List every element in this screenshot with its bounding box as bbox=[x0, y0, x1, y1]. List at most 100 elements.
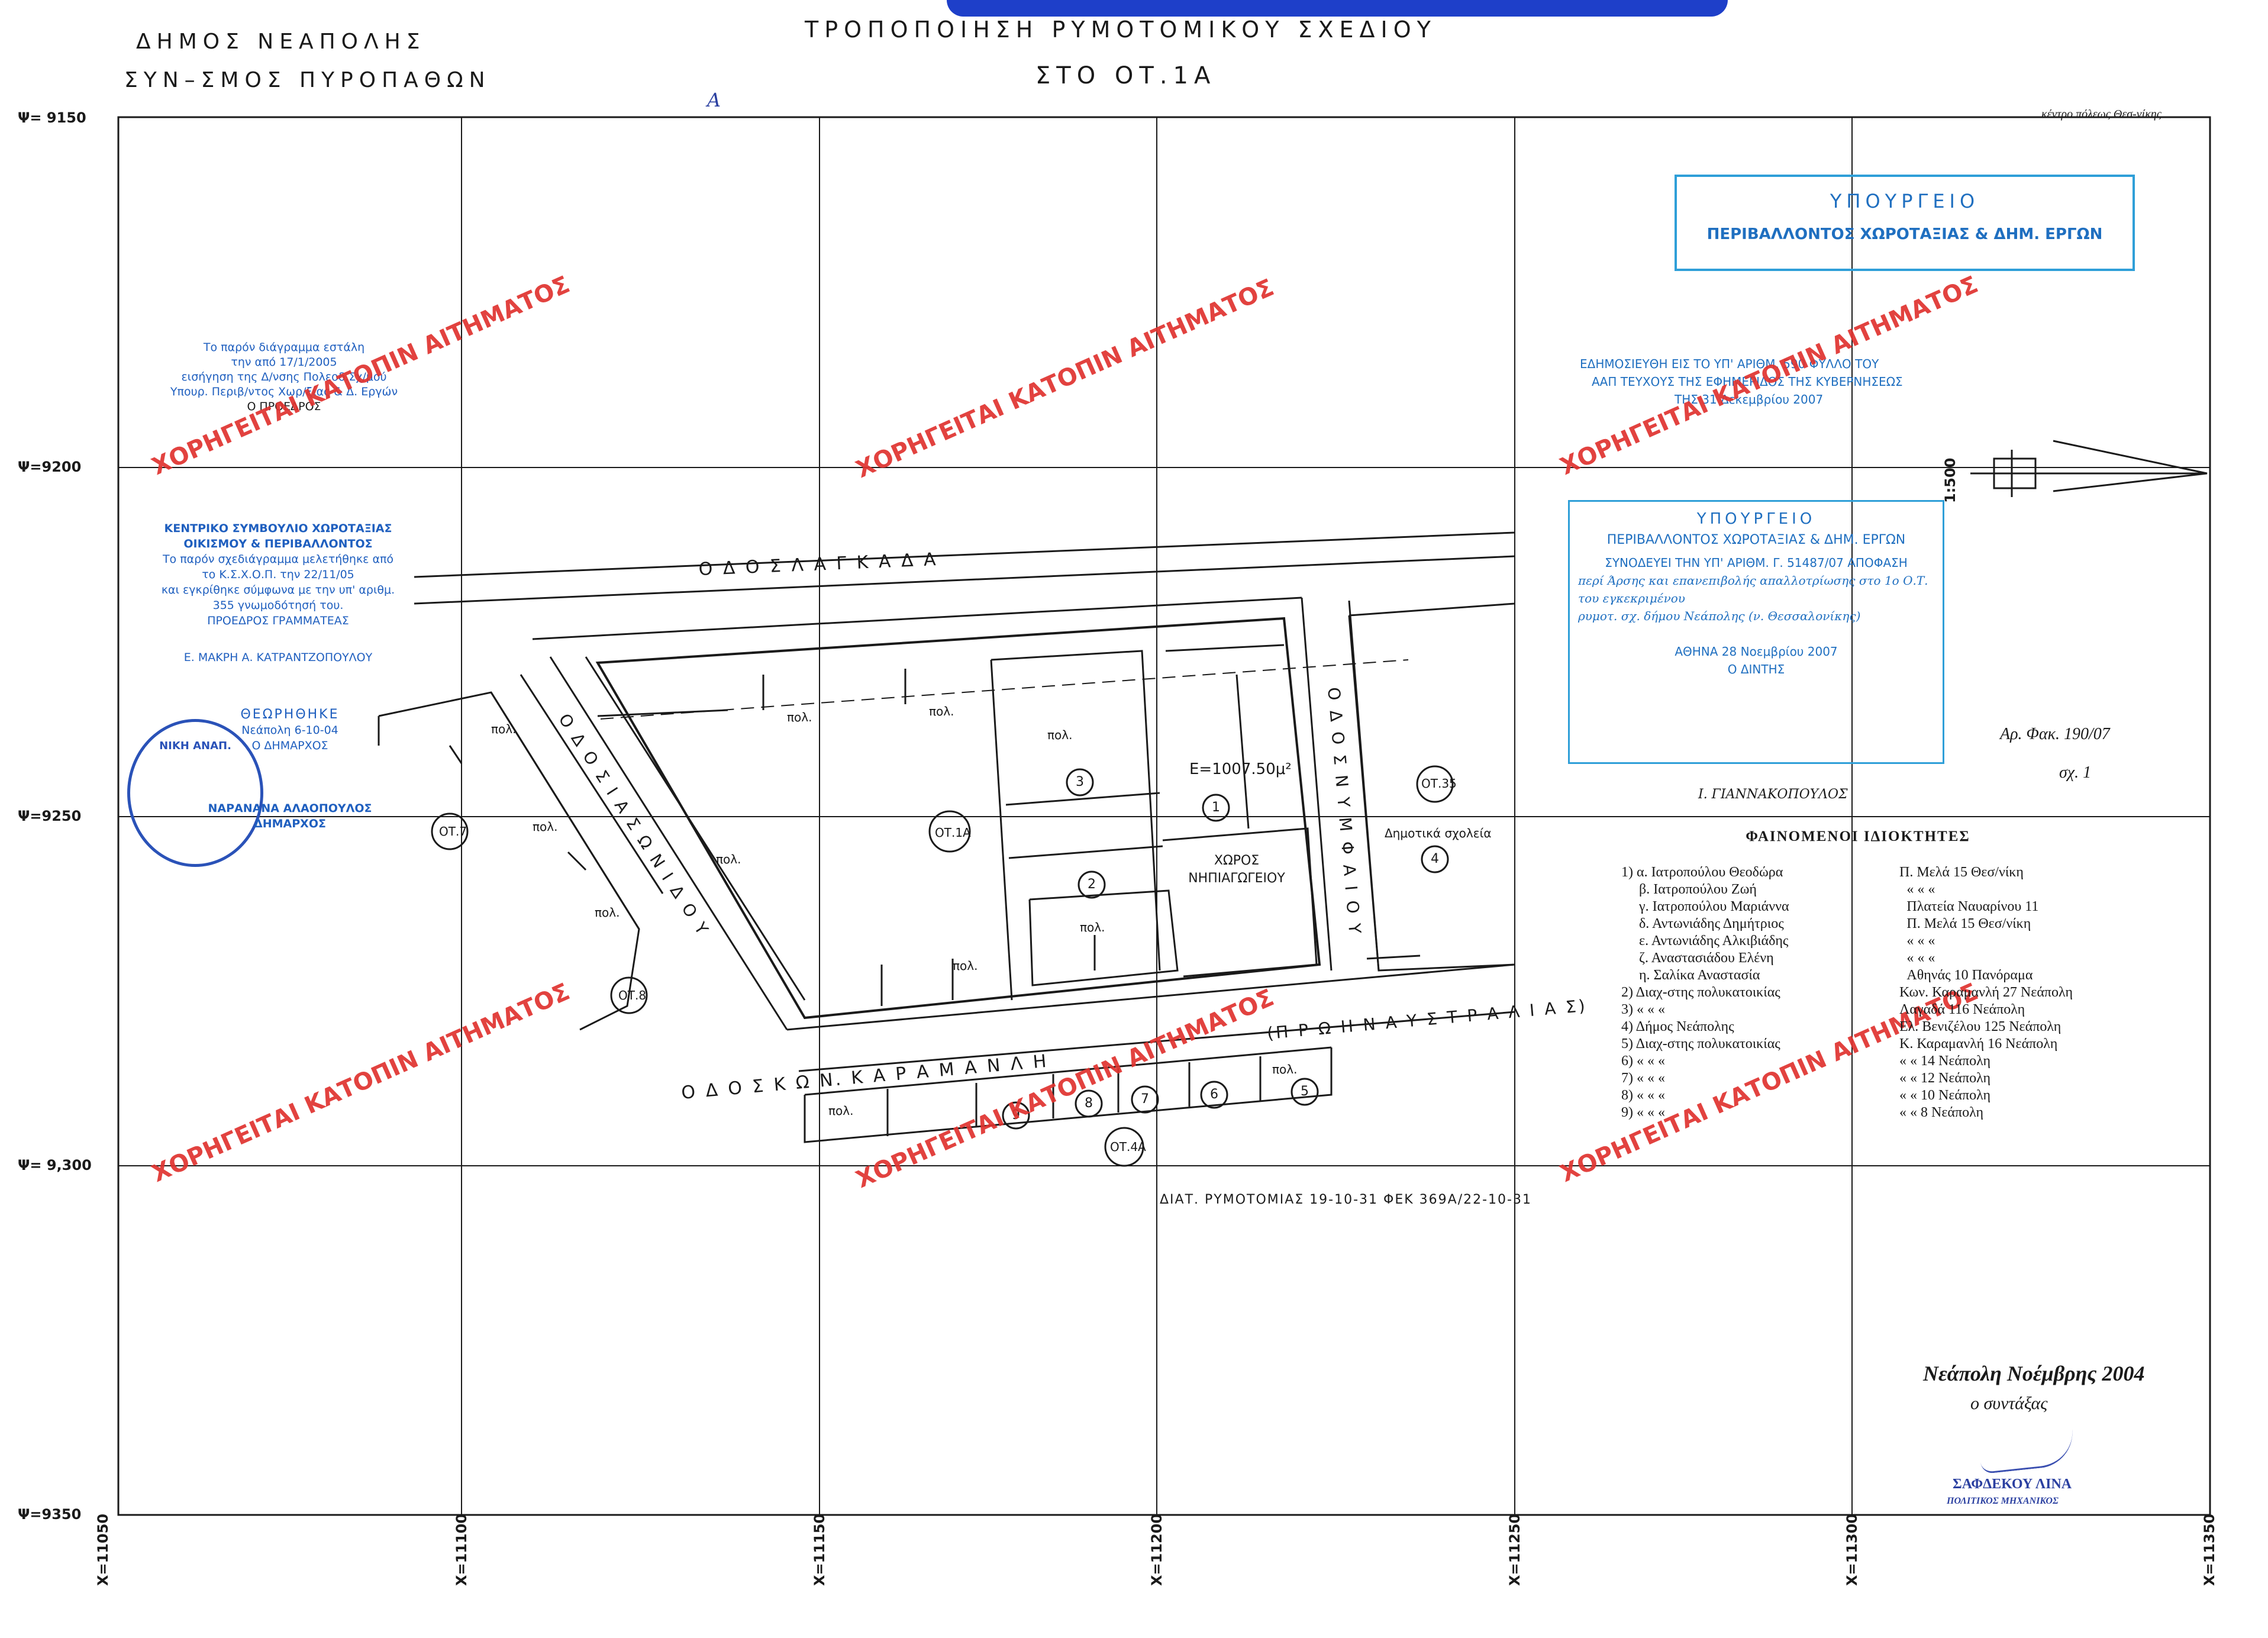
pol-label: πολ. bbox=[1272, 1062, 1298, 1076]
owner-addr: « « 12 Νεάπολη bbox=[1899, 1070, 1991, 1086]
parcel-number-1: 1 bbox=[1212, 800, 1220, 815]
owner-addr: Π. Μελά 15 Θεσ/νίκη bbox=[1906, 916, 2031, 931]
ministry-stamp-top-line2: ΠΕΡΙΒΑΛΛΟΝΤΟΣ ΧΩΡΟΤΑΞΙΑΣ & ΔΗΜ. ΕΡΓΩΝ bbox=[1706, 225, 2103, 243]
x-label-11100: Χ=11100 bbox=[453, 1513, 470, 1586]
owner-name: γ. Ιατροπούλου Μαριάννα bbox=[1639, 899, 1789, 914]
owner-row: 1) α. Ιατροπούλου Θεοδώρα Π. Μελά 15 Θεσ/… bbox=[1621, 864, 2095, 881]
north-arrow bbox=[1970, 440, 2208, 497]
mayor-line4: Ο ΔΗΜΑΡΧΟΣ bbox=[251, 739, 328, 752]
owner-row: 8) « « « « « 10 Νεάπολη bbox=[1621, 1087, 2095, 1104]
block-ot7-outline bbox=[378, 691, 640, 1031]
signature-title: ΠΟΛΙΤΙΚΟΣ ΜΗΧΑΝΙΚΟΣ bbox=[1947, 1496, 2059, 1506]
owner-row: δ. Αντωνιάδης Δημήτριος Π. Μελά 15 Θεσ/νί… bbox=[1621, 915, 2095, 933]
owner-row: 2) Διαχ-στης πολυκατοικίας Κων. Καραμανλή… bbox=[1621, 984, 2095, 1001]
owner-row: γ. Ιατροπούλου Μαριάννα Πλατεία Ναυαρίνου… bbox=[1621, 898, 2095, 915]
publication-line3: ΤΗΣ 31 Δεκεμβρίου 2007 bbox=[1675, 392, 1824, 407]
owner-addr: Αθηνάς 10 Πανόραμα bbox=[1906, 968, 2033, 983]
ministry-stamp-top-line1: ΥΠΟΥΡΓΕΙΟ bbox=[1830, 190, 1980, 212]
council-line8: Ε. ΜΑΚΡΗ Α. ΚΑΤΡΑΝΤΖΟΠΟΥΛΟΥ bbox=[183, 651, 373, 664]
owner-name: β. Ιατροπούλου Ζωή bbox=[1639, 882, 1757, 897]
signature-role: ο συντάξας bbox=[1970, 1394, 2048, 1413]
council-line4: το Κ.Σ.Χ.Ο.Π. την 22/11/05 bbox=[202, 568, 354, 581]
x-label-11250: Χ=11250 bbox=[1506, 1513, 1523, 1586]
owner-addr: Π. Μελά 15 Θεσ/νίκη bbox=[1899, 865, 2024, 880]
owners-table: ΦΑΙΝΟΜΕΝΟΙ ΙΔΙΟΚΤΗΤΕΣ 1) α. Ιατροπούλου … bbox=[1621, 828, 2095, 1121]
owner-name: 4) Δήμος Νεάπολης bbox=[1621, 1019, 1734, 1034]
ministry-stamp-mid: ΥΠΟΥΡΓΕΙΟ ΠΕΡΙΒΑΛΛΟΝΤΟΣ ΧΩΡΟΤΑΞΙΑΣ & ΔΗΜ… bbox=[1568, 500, 1944, 764]
pol-label: πολ. bbox=[953, 959, 978, 973]
signature-place-date: Νεάπολη Νοέμβρης 2004 bbox=[1923, 1362, 2145, 1385]
area-label: Ε=1007.50μ² bbox=[1189, 760, 1292, 778]
owner-row: 7) « « « « « 12 Νεάπολη bbox=[1621, 1070, 2095, 1087]
x-label-11200: Χ=11200 bbox=[1148, 1513, 1165, 1586]
mayor-line2: ΘΕΩΡΗΘΗΚΕ bbox=[240, 707, 340, 722]
owner-name: 8) « « « bbox=[1621, 1088, 1665, 1103]
parcel-number-6: 6 bbox=[1210, 1087, 1218, 1102]
parcel-number-4: 4 bbox=[1431, 852, 1439, 866]
ministry-mid-line6: ΑΘΗΝΑ 28 Νοεμβρίου 2007 bbox=[1675, 644, 1838, 659]
owner-name: 5) Διαχ-στης πολυκατοικίας bbox=[1621, 1036, 1780, 1052]
council-line5: και εγκρίθηκε σύμφωνα με την υπ' αριθμ. bbox=[161, 583, 395, 596]
ministry-signer: Ι. ΓΙΑΝΝΑΚΟΠΟΥΛΟΣ bbox=[1698, 787, 1848, 802]
proposal-line1: Το παρόν διάγραμμα εστάλη bbox=[203, 341, 365, 354]
pol-label: πολ. bbox=[716, 852, 741, 866]
y-label-9150: Ψ= 9150 bbox=[18, 109, 86, 126]
x-label-11350: Χ=11350 bbox=[2201, 1513, 2218, 1586]
owner-row: β. Ιατροπούλου Ζωή « « « bbox=[1621, 881, 2095, 898]
parcel-number-8: 8 bbox=[1085, 1096, 1093, 1111]
ministry-mid-line1: ΥΠΟΥΡΓΕΙΟ bbox=[1696, 510, 1816, 528]
owner-name: ζ. Αναστασιάδου Ελένη bbox=[1639, 950, 1774, 966]
council-line3: Το παρόν σχεδιάγραμμα μελετήθηκε από bbox=[162, 553, 394, 566]
owner-name: 3) « « « bbox=[1621, 1002, 1665, 1017]
x-label-11300: Χ=11300 bbox=[1844, 1513, 1860, 1586]
owner-name: 9) « « « bbox=[1621, 1105, 1665, 1120]
owner-name: ε. Αντωνιάδης Αλκιβιάδης bbox=[1639, 933, 1789, 949]
scale-label: 1:500 bbox=[1942, 457, 1959, 503]
owner-addr: Πλατεία Ναυαρίνου 11 bbox=[1906, 899, 2039, 914]
owner-row: 5) Διαχ-στης πολυκατοικίας Κ. Καραμανλή 1… bbox=[1621, 1036, 2095, 1053]
y-label-9300: Ψ= 9,300 bbox=[18, 1157, 92, 1173]
kindergarten-label: ΧΩΡΟΣ ΝΗΠΙΑΓΩΓΕΙΟΥ bbox=[1188, 853, 1285, 886]
owner-row: 3) « « « Λαγαδά 116 Νεάπολη bbox=[1621, 1001, 2095, 1018]
block-label-ot7: ΟΤ.7 bbox=[439, 824, 467, 839]
x-label-11050: Χ=11050 bbox=[95, 1513, 111, 1586]
mayor-line3: Νεάπολη 6-10-04 bbox=[241, 724, 338, 737]
council-stamp: ΚΕΝΤΡΙΚΟ ΣΥΜΒΟΥΛΙΟ ΧΩΡΟΤΑΞΙΑΣ ΟΙΚΙΣΜΟΥ &… bbox=[136, 521, 420, 665]
diat-note: ΔΙΑΤ. ΡΥΜΟΤΟΜΙΑΣ 19-10-31 ΦΕΚ 369Α/22-10… bbox=[1160, 1192, 1532, 1207]
owner-addr: Κ. Καραμανλή 16 Νεάπολη bbox=[1899, 1036, 2058, 1052]
owner-row: η. Σαλίκα Αναστασία Αθηνάς 10 Πανόραμα bbox=[1621, 967, 2095, 984]
owner-row: 9) « « « « « 8 Νεάπολη bbox=[1621, 1104, 2095, 1121]
block-ot1a-outline bbox=[595, 617, 1321, 1020]
owner-row: 4) Δήμος Νεάπολης Ελ. Βενιζέλου 125 Νεάπο… bbox=[1621, 1018, 2095, 1036]
owner-name: δ. Αντωνιάδης Δημήτριος bbox=[1639, 916, 1784, 931]
pol-label: πολ. bbox=[491, 722, 517, 736]
owner-addr: « « « bbox=[1906, 950, 1935, 966]
parcel-number-5: 5 bbox=[1301, 1084, 1309, 1099]
owner-name: 7) « « « bbox=[1621, 1070, 1665, 1086]
owner-row: 6) « « « « « 14 Νεάπολη bbox=[1621, 1053, 2095, 1070]
ministry-mid-line5: ρυμοτ. σχ. δήμου Νεάπολης (ν. Θεσσαλονίκ… bbox=[1578, 609, 1861, 623]
owner-addr: Λαγαδά 116 Νεάπολη bbox=[1899, 1002, 2025, 1017]
parcel-number-3: 3 bbox=[1076, 775, 1084, 789]
ministry-mid-line7: Ο ΔΙΝΤΗΣ bbox=[1727, 662, 1785, 676]
file-ref-line2: σχ. 1 bbox=[2059, 763, 2092, 782]
pol-label: πολ. bbox=[929, 704, 954, 718]
owner-addr: « « 8 Νεάπολη bbox=[1899, 1105, 1984, 1120]
pol-label: πολ. bbox=[1080, 920, 1105, 934]
owner-name: 2) Διαχ-στης πολυκατοικίας bbox=[1621, 985, 1780, 1000]
owners-title: ΦΑΙΝΟΜΕΝΟΙ ΙΔΙΟΚΤΗΤΕΣ bbox=[1746, 828, 1970, 844]
mayor-text: ΘΕΩΡΗΘΗΚΕ Νεάπολη 6-10-04 Ο ΔΗΜΑΡΧΟΣ ΝΑΡ… bbox=[195, 707, 385, 831]
council-line7: ΠΡΟΕΔΡΟΣ ΓΡΑΜΜΑΤΕΑΣ bbox=[207, 614, 349, 627]
ministry-stamp-top: ΥΠΟΥΡΓΕΙΟ ΠΕΡΙΒΑΛΛΟΝΤΟΣ ΧΩΡΟΤΑΞΙΑΣ & ΔΗΜ… bbox=[1675, 175, 2135, 271]
parcel-number-2: 2 bbox=[1088, 877, 1096, 892]
block-label-ot8: ΟΤ.8 bbox=[618, 988, 647, 1002]
owner-name: 6) « « « bbox=[1621, 1053, 1665, 1069]
mayor-line6: ΔΗΜΑΡΧΟΣ bbox=[254, 817, 326, 830]
owner-name: 1) α. Ιατροπούλου Θεοδώρα bbox=[1621, 865, 1783, 880]
council-line2: ΟΙΚΙΣΜΟΥ & ΠΕΡΙΒΑΛΛΟΝΤΟΣ bbox=[183, 537, 373, 550]
pol-label: πολ. bbox=[533, 820, 558, 834]
block-label-ot1a: ΟΤ.1Α bbox=[935, 826, 971, 840]
signature-name: ΣΑΦΔΕΚΟΥ ΛΙΝΑ bbox=[1953, 1476, 2072, 1492]
y-label-9350: Ψ=9350 bbox=[18, 1506, 82, 1523]
owner-addr: « « « bbox=[1906, 933, 1935, 949]
